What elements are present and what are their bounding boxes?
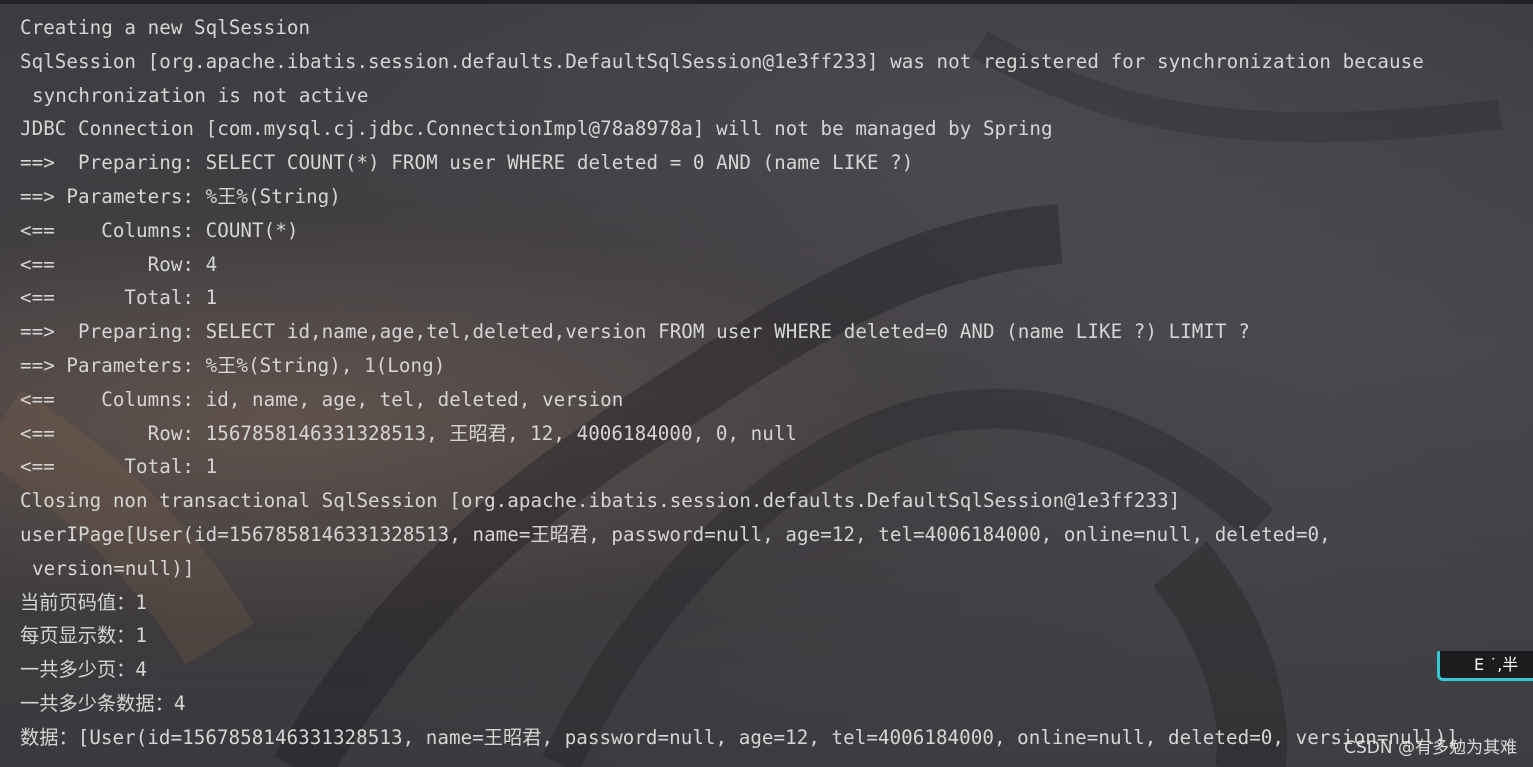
log-line: SqlSession [org.apache.ibatis.session.de… — [20, 49, 1424, 73]
log-line: 数据：[User(id=1567858146331328513, name=王昭… — [20, 725, 1459, 749]
log-line: <== Row: 1567858146331328513, 王昭君, 12, 4… — [20, 421, 798, 445]
log-line: <== Total: 1 — [20, 286, 218, 310]
log-line: 一共多少页：4 — [20, 658, 148, 682]
log-line: Creating a new SqlSession — [20, 16, 311, 39]
log-line: 当前页码值：1 — [20, 590, 148, 614]
log-line: JDBC Connection [com.mysql.cj.jdbc.Conne… — [20, 117, 1053, 141]
log-line: 一共多少条数据：4 — [20, 691, 186, 715]
console-log-lines: Creating a new SqlSession SqlSession [or… — [20, 11, 1520, 755]
log-line: <== Total: 1 — [20, 455, 218, 479]
log-line: 每页显示数：1 — [20, 624, 148, 648]
log-line: <== Row: 4 — [20, 252, 218, 276]
log-line: <== Columns: COUNT(*) — [20, 218, 299, 242]
ime-status-indicator[interactable]: E ˙,半 — [1437, 651, 1533, 681]
console-output-panel[interactable]: Creating a new SqlSession SqlSession [or… — [0, 0, 1533, 767]
log-line: Closing non transactional SqlSession [or… — [20, 489, 1181, 513]
log-line: ==> Parameters: %王%(String), 1(Long) — [20, 353, 446, 377]
log-line: userIPage[User(id=1567858146331328513, n… — [20, 522, 1331, 546]
log-line: ==> Parameters: %王%(String) — [20, 184, 341, 208]
log-line-continuation: version=null)] — [32, 556, 195, 580]
csdn-watermark: CSDN @有多勉为其难 — [1344, 738, 1517, 758]
log-line: <== Columns: id, name, age, tel, deleted… — [20, 387, 624, 411]
log-line: ==> Preparing: SELECT COUNT(*) FROM user… — [20, 151, 914, 175]
log-line-continuation: synchronization is not active — [32, 83, 369, 107]
log-line: ==> Preparing: SELECT id,name,age,tel,de… — [20, 320, 1250, 344]
